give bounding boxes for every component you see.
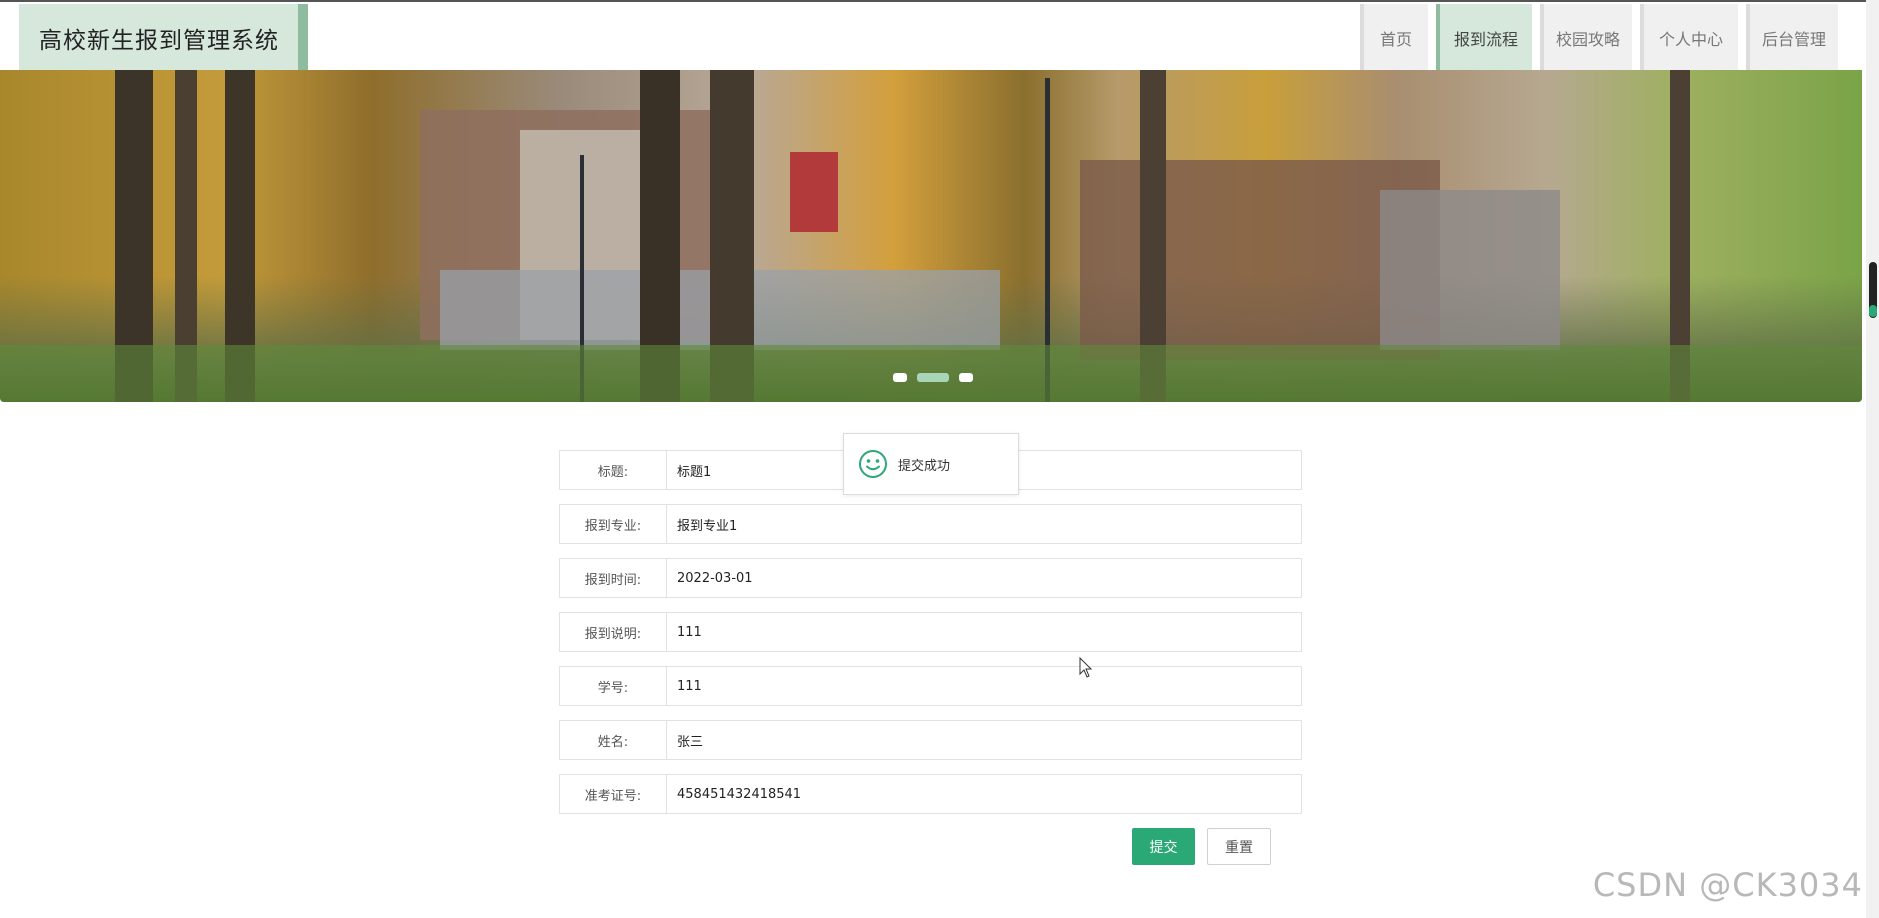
field-label: 学号: bbox=[559, 666, 667, 706]
nav-item-label: 校园攻略 bbox=[1555, 30, 1620, 49]
scrollbar-thumb-marker bbox=[1869, 305, 1877, 317]
campus-photo bbox=[0, 70, 1862, 402]
form-row-description: 报到说明: bbox=[559, 612, 1302, 652]
nav-item-campus-guide[interactable]: 校园攻略 bbox=[1540, 4, 1632, 72]
registration-form: 标题: 报到专业: 报到时间: 报到说明: 学号: 姓名: 准考证号: bbox=[559, 450, 1302, 828]
student-id-input-wrapper bbox=[667, 666, 1302, 706]
nav-item-label: 报到流程 bbox=[1453, 30, 1518, 49]
nav-item-label: 个人中心 bbox=[1658, 30, 1723, 49]
exam-ticket-input[interactable] bbox=[677, 786, 1291, 802]
form-row-student-id: 学号: bbox=[559, 666, 1302, 706]
student-id-input[interactable] bbox=[677, 678, 1291, 694]
nav-item-label: 后台管理 bbox=[1761, 30, 1826, 49]
description-input[interactable] bbox=[677, 624, 1291, 640]
nav-item-registration-process[interactable]: 报到流程 bbox=[1436, 4, 1532, 72]
smile-icon bbox=[859, 450, 887, 478]
nav-item-admin[interactable]: 后台管理 bbox=[1746, 4, 1838, 72]
header: 高校新生报到管理系统 首页 报到流程 校园攻略 个人中心 后台管理 bbox=[0, 0, 1866, 72]
toast-message: 提交成功 bbox=[898, 458, 951, 474]
page-scrollbar[interactable] bbox=[1866, 0, 1879, 918]
exam-ticket-input-wrapper bbox=[667, 774, 1302, 814]
carousel-dot[interactable] bbox=[893, 373, 907, 382]
form-actions: 提交 重置 bbox=[1132, 828, 1271, 865]
reset-button[interactable]: 重置 bbox=[1207, 828, 1271, 865]
name-input[interactable] bbox=[677, 732, 1291, 748]
site-title: 高校新生报到管理系统 bbox=[39, 28, 279, 54]
main-nav: 首页 报到流程 校园攻略 个人中心 后台管理 bbox=[1352, 4, 1838, 72]
field-label: 准考证号: bbox=[559, 774, 667, 814]
success-toast: 提交成功 bbox=[843, 433, 1019, 495]
carousel-dot-active[interactable] bbox=[917, 373, 949, 382]
site-logo[interactable]: 高校新生报到管理系统 bbox=[19, 4, 308, 72]
description-input-wrapper bbox=[667, 612, 1302, 652]
date-input[interactable] bbox=[677, 570, 1291, 586]
form-row-name: 姓名: bbox=[559, 720, 1302, 760]
submit-button[interactable]: 提交 bbox=[1132, 828, 1195, 865]
form-row-exam-ticket: 准考证号: bbox=[559, 774, 1302, 814]
nav-item-label: 首页 bbox=[1379, 30, 1412, 49]
major-input[interactable] bbox=[677, 516, 1291, 532]
mouse-cursor-icon bbox=[1079, 657, 1093, 678]
form-row-major: 报到专业: bbox=[559, 504, 1302, 544]
field-label: 报到专业: bbox=[559, 504, 667, 544]
field-label: 姓名: bbox=[559, 720, 667, 760]
field-label: 报到时间: bbox=[559, 558, 667, 598]
name-input-wrapper bbox=[667, 720, 1302, 760]
carousel-indicators bbox=[893, 373, 973, 382]
major-input-wrapper bbox=[667, 504, 1302, 544]
date-input-wrapper bbox=[667, 558, 1302, 598]
field-label: 报到说明: bbox=[559, 612, 667, 652]
nav-item-personal-center[interactable]: 个人中心 bbox=[1640, 4, 1738, 72]
banner-carousel[interactable] bbox=[0, 70, 1862, 402]
nav-item-home[interactable]: 首页 bbox=[1360, 4, 1428, 72]
form-row-date: 报到时间: bbox=[559, 558, 1302, 598]
watermark: CSDN @CK3034 bbox=[1592, 866, 1863, 904]
field-label: 标题: bbox=[559, 450, 667, 490]
carousel-dot[interactable] bbox=[959, 373, 973, 382]
